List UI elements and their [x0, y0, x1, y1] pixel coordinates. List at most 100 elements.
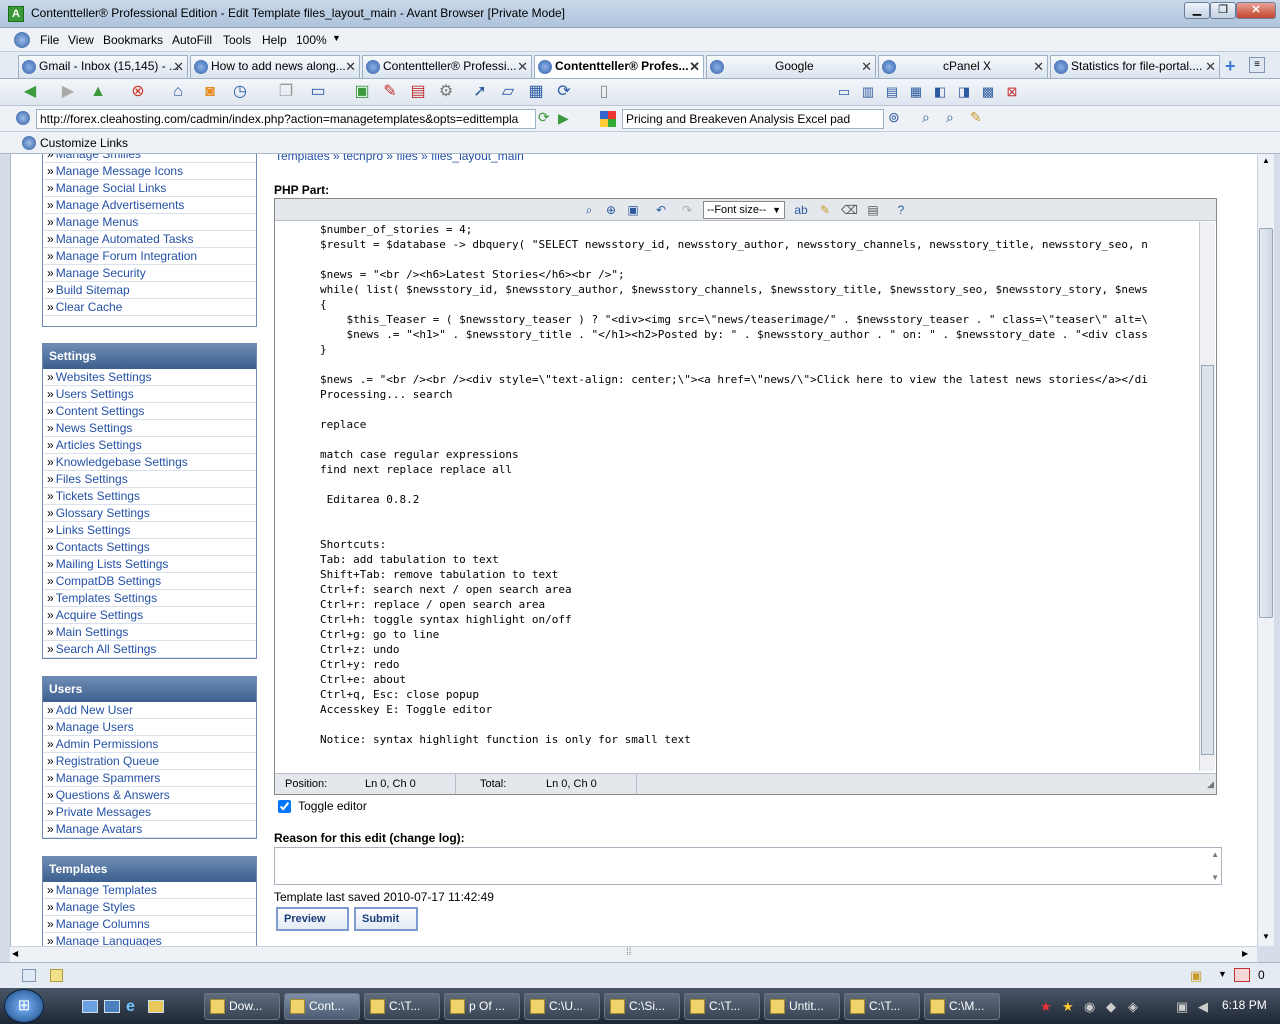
sidebar-item-label[interactable]: Mailing Lists Settings	[56, 557, 169, 571]
sidebar-item[interactable]: » Registration Queue	[43, 753, 256, 770]
scroll-down-icon[interactable]: ▼	[1262, 932, 1270, 941]
zoom-dropdown-icon[interactable]: ▼	[332, 33, 341, 43]
undo-icon[interactable]: ↶	[653, 202, 669, 218]
preview-button[interactable]: Preview	[276, 907, 349, 931]
cursor-icon[interactable]: ➚	[470, 82, 490, 102]
refresh-icon[interactable]: ⟳	[554, 82, 574, 102]
popup-icon[interactable]: ▤	[408, 82, 428, 102]
maximize-button[interactable]: ❐	[1210, 2, 1236, 19]
sidebar-item[interactable]: » Acquire Settings	[43, 607, 256, 624]
sidebar-item-label[interactable]: Add New User	[56, 703, 133, 717]
spellcheck-icon[interactable]: ab	[793, 202, 809, 218]
taskbar-item[interactable]: C:\U...	[524, 993, 600, 1020]
sidebar-item-label[interactable]: Manage Forum Integration	[56, 249, 197, 263]
menu-help[interactable]: Help	[262, 33, 287, 47]
redo-icon[interactable]: ↷	[679, 202, 695, 218]
layout-vertical-icon[interactable]: ▥	[858, 82, 878, 102]
tray-network-icon[interactable]: ◉	[1084, 999, 1095, 1015]
sidebar-item[interactable]: » Private Messages	[43, 804, 256, 821]
copy-icon[interactable]: ❐	[276, 82, 296, 102]
reset-highlight-icon[interactable]: ⌫	[841, 202, 858, 218]
tab-contentteller-2[interactable]: Contentteller® Profes... ✕	[534, 55, 704, 78]
refresh-small-icon[interactable]: ⟳	[538, 109, 550, 126]
tab-close-icon[interactable]: ✕	[861, 56, 872, 77]
tab-close-icon[interactable]: ✕	[173, 56, 184, 77]
sidebar-item[interactable]: » Templates Settings	[43, 590, 256, 607]
sidebar-item-label[interactable]: Manage Social Links	[56, 181, 167, 195]
sidebar-item-label[interactable]: Acquire Settings	[56, 608, 143, 622]
layout-cascade-icon[interactable]: ▭	[834, 82, 854, 102]
page-icon[interactable]: ▯	[594, 82, 614, 102]
sidebar-item-label[interactable]: Articles Settings	[56, 438, 142, 452]
sidebar-item-label[interactable]: News Settings	[56, 421, 133, 435]
up-icon[interactable]: ▲	[88, 82, 108, 102]
tab-news[interactable]: How to add news along... ✕	[190, 55, 360, 78]
sidebar-item-label[interactable]: Main Settings	[56, 625, 129, 639]
sidebar-item[interactable]: » Manage Smilies	[43, 154, 256, 163]
code-area[interactable]: $number_of_stories = 4; $result = $databa…	[275, 222, 1198, 768]
toggle-editor-label[interactable]: Toggle editor	[298, 799, 367, 813]
sidebar-item-label[interactable]: Manage Spammers	[56, 771, 161, 785]
tab-close-icon[interactable]: ✕	[517, 56, 528, 77]
sidebar-item-label[interactable]: Manage Avatars	[56, 822, 143, 836]
tray-star-icon[interactable]: ★	[1040, 999, 1052, 1015]
menu-tools[interactable]: Tools	[223, 33, 251, 47]
save-icon[interactable]: ▦	[526, 82, 546, 102]
eraser-icon[interactable]: ✎	[970, 109, 982, 126]
popup-blocker-icon[interactable]	[1234, 968, 1250, 982]
editor-scroll-thumb[interactable]	[1201, 365, 1214, 755]
ie-icon[interactable]: e	[126, 998, 135, 1016]
sidebar-item-label[interactable]: Build Sitemap	[56, 283, 130, 297]
editor-scrollbar[interactable]	[1199, 222, 1215, 771]
sidebar-item[interactable]: » Contacts Settings	[43, 539, 256, 556]
page-horizontal-scrollbar[interactable]: ◀ ⁞⁞ ▶	[10, 946, 1257, 962]
search-go-icon[interactable]: ⊚	[888, 109, 900, 126]
taskbar-item[interactable]: C:\T...	[364, 993, 440, 1020]
sidebar-item-label[interactable]: Manage Message Icons	[56, 164, 183, 178]
panel-icon[interactable]	[22, 969, 36, 982]
customize-links[interactable]: Customize Links	[40, 136, 128, 150]
flash-icon[interactable]: ✎	[380, 82, 400, 102]
sidebar-item[interactable]: » Manage Forum Integration	[43, 248, 256, 265]
reason-textarea[interactable]: ▲ ▼	[274, 847, 1222, 885]
taskbar-item[interactable]: p Of ...	[444, 993, 520, 1020]
show-desktop-icon[interactable]	[82, 1000, 98, 1013]
layout-next-icon[interactable]: ◨	[954, 82, 974, 102]
sidebar-item[interactable]: » Manage Advertisements	[43, 197, 256, 214]
menu-file[interactable]: File	[40, 33, 59, 47]
tray-shield-icon[interactable]: ◆	[1106, 999, 1116, 1015]
tab-google[interactable]: Google ✕	[706, 55, 876, 78]
layout-prev-icon[interactable]: ◧	[930, 82, 950, 102]
sidebar-item-label[interactable]: Manage Columns	[56, 917, 150, 931]
sidebar-item-label[interactable]: Manage Styles	[56, 900, 135, 914]
sidebar-item[interactable]: » Search All Settings	[43, 641, 256, 658]
menu-view[interactable]: View	[68, 33, 94, 47]
sidebar-item-label[interactable]: Manage Menus	[56, 215, 139, 229]
sidebar-item[interactable]: » Admin Permissions	[43, 736, 256, 753]
search-input[interactable]: Pricing and Breakeven Analysis Excel pad	[622, 109, 884, 129]
sidebar-item-label[interactable]: Knowledgebase Settings	[56, 455, 188, 469]
sidebar-item[interactable]: » Main Settings	[43, 624, 256, 641]
sidebar-item-label[interactable]: Files Settings	[56, 472, 128, 486]
sidebar-item-label[interactable]: Private Messages	[56, 805, 151, 819]
word-wrap-icon[interactable]: ▤	[865, 202, 881, 218]
layout-grid-icon[interactable]: ▩	[978, 82, 998, 102]
sidebar-item[interactable]: » Manage Avatars	[43, 821, 256, 838]
toggle-editor-checkbox[interactable]	[278, 800, 291, 814]
taskbar-item[interactable]: Untit...	[764, 993, 840, 1020]
google-icon[interactable]	[600, 111, 616, 127]
sidebar-item-label[interactable]: Manage Smilies	[56, 154, 141, 161]
sidebar-item-label[interactable]: Manage Templates	[56, 883, 157, 897]
sidebar-item-label[interactable]: Manage Languages	[56, 934, 162, 946]
scroll-up-icon[interactable]: ▲	[1262, 156, 1270, 165]
page-vertical-scrollbar[interactable]: ▲ ▼	[1257, 154, 1274, 946]
search-icon[interactable]: ⌕	[581, 202, 597, 218]
breadcrumb[interactable]: Templates » techpro » files » files_layo…	[275, 154, 524, 163]
tab-gmail[interactable]: Gmail - Inbox (15,145) - ... ✕	[18, 55, 188, 78]
back-icon[interactable]: ◀	[20, 82, 40, 102]
layout-tile-icon[interactable]: ▦	[906, 82, 926, 102]
sidebar-item-label[interactable]: Links Settings	[56, 523, 131, 537]
window-icon[interactable]: ▭	[308, 82, 328, 102]
close-button[interactable]: ✕	[1236, 2, 1276, 19]
scroll-right-icon[interactable]: ▶	[1242, 949, 1248, 958]
